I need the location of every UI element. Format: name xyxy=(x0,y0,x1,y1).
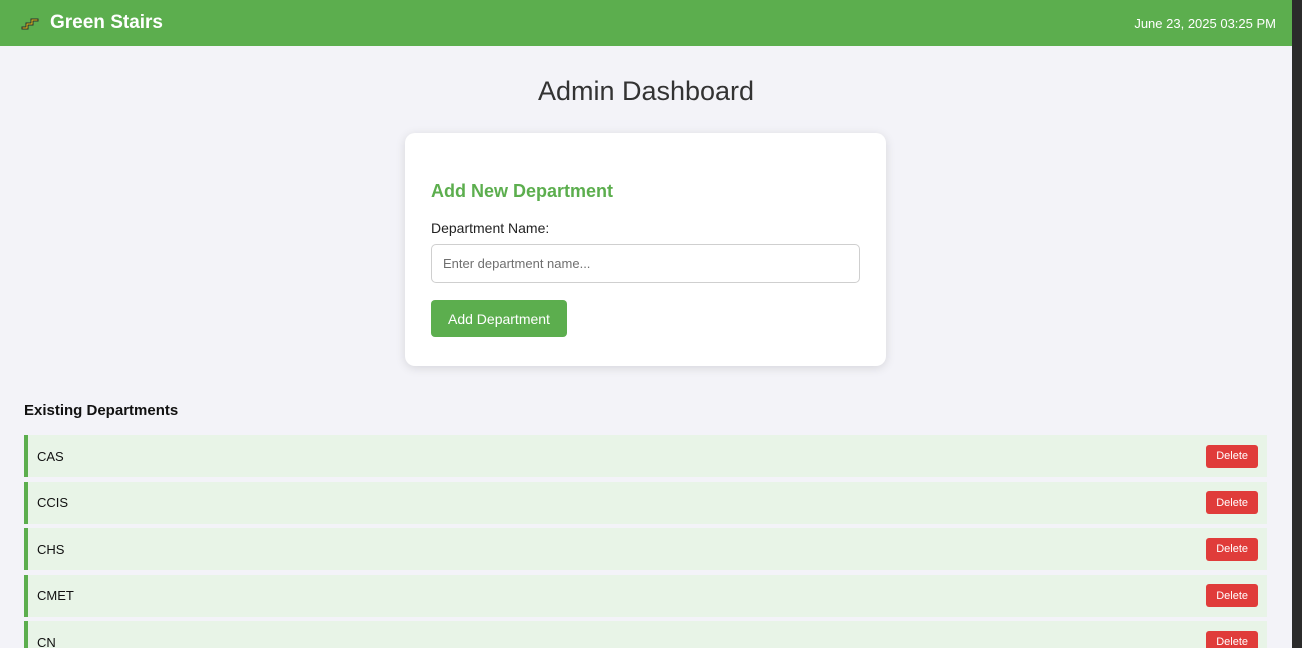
brand[interactable]: Green Stairs xyxy=(20,12,163,34)
page-title: Admin Dashboard xyxy=(537,76,755,106)
brand-title: Green Stairs xyxy=(50,12,163,33)
delete-button[interactable]: Delete xyxy=(1206,630,1258,648)
window-edge xyxy=(1292,0,1302,648)
department-name-input[interactable] xyxy=(431,244,860,283)
existing-departments-title: Existing Departments xyxy=(24,402,179,419)
add-department-heading: Add New Department xyxy=(431,181,614,201)
page: Green Stairs June 23, 2025 03:25 PM Admi… xyxy=(0,0,1292,648)
department-name: CHS xyxy=(37,541,65,557)
stairs-icon xyxy=(21,18,39,30)
department-row: CMET Delete xyxy=(24,574,1267,617)
department-name: CN xyxy=(37,634,56,648)
department-row: CAS Delete xyxy=(24,435,1267,477)
add-department-card: Add New Department Department Name: Add … xyxy=(405,133,886,366)
delete-button[interactable]: Delete xyxy=(1206,491,1258,514)
department-list: CAS Delete CCIS Delete CHS Delete CMET D… xyxy=(24,435,1267,648)
department-row: CCIS Delete xyxy=(24,481,1267,524)
department-name: CCIS xyxy=(37,495,69,510)
add-department-button[interactable]: Add Department xyxy=(431,300,567,337)
department-row: CHS Delete xyxy=(24,528,1267,570)
delete-button[interactable]: Delete xyxy=(1206,444,1258,468)
delete-button[interactable]: Delete xyxy=(1206,584,1258,607)
top-navbar: Green Stairs June 23, 2025 03:25 PM xyxy=(0,0,1292,46)
department-name: CMET xyxy=(37,588,74,603)
department-name-label: Department Name: xyxy=(431,220,550,236)
department-row: CN Delete xyxy=(24,621,1267,648)
current-datetime: June 23, 2025 03:25 PM xyxy=(1134,15,1276,31)
department-name: CAS xyxy=(37,448,64,464)
delete-button[interactable]: Delete xyxy=(1206,537,1258,561)
